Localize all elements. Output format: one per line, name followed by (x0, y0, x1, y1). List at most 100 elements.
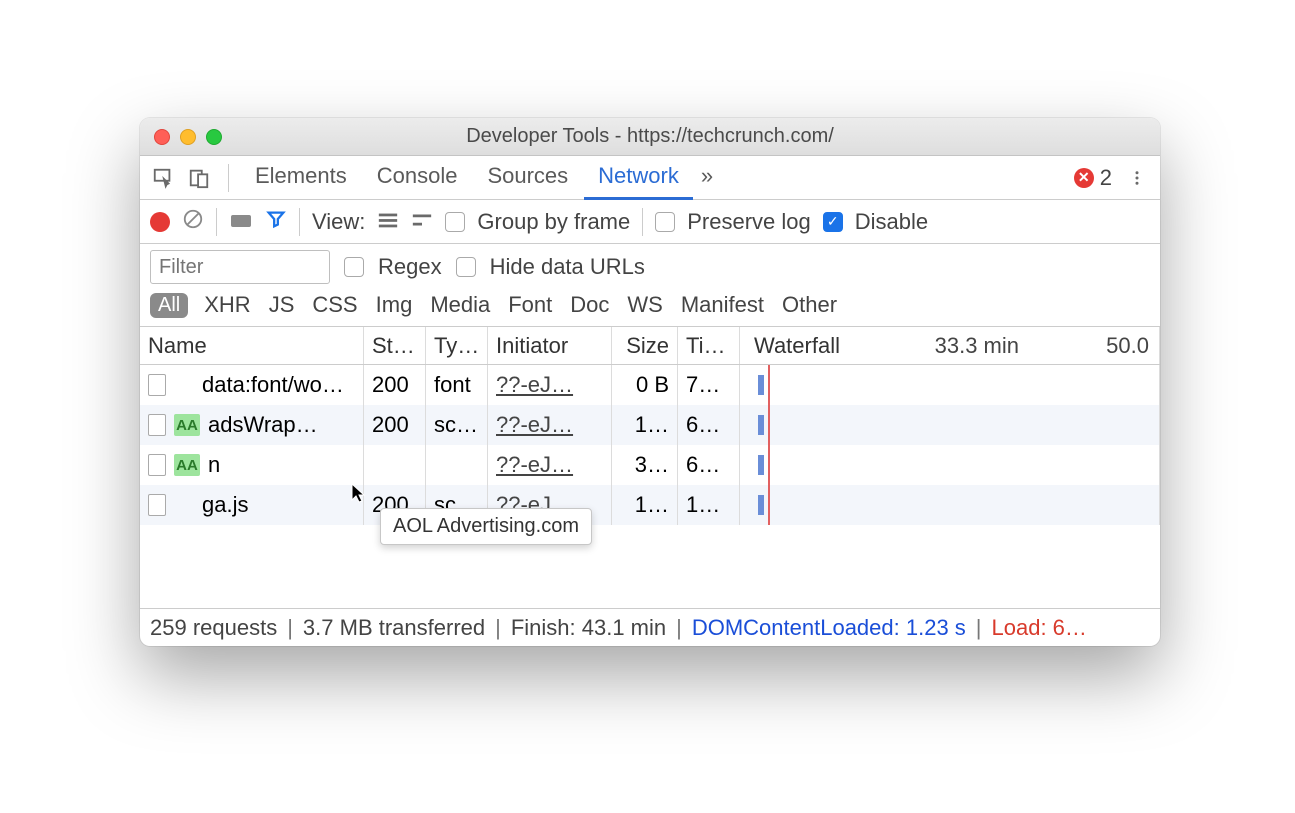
type-filters: All XHR JS CSS Img Media Font Doc WS Man… (140, 288, 1160, 327)
error-icon: ✕ (1074, 168, 1094, 188)
status-domcontentloaded: DOMContentLoaded: 1.23 s (692, 615, 966, 641)
table-row[interactable]: data:font/wo…200font??-eJ…0 B7… (140, 365, 1160, 405)
cell-waterfall (740, 445, 1160, 485)
group-by-frame-checkbox[interactable] (445, 212, 465, 232)
waterfall-bar (758, 415, 764, 435)
initiator-link[interactable]: ??-eJ… (496, 372, 573, 398)
capture-screenshots-icon[interactable] (229, 209, 253, 235)
file-icon (148, 374, 166, 396)
cell-type: font (426, 365, 488, 405)
grid-header: Name St… Ty… Initiator Size Ti… Waterfal… (140, 327, 1160, 365)
preserve-log-checkbox[interactable] (655, 212, 675, 232)
type-xhr[interactable]: XHR (202, 292, 252, 318)
col-status[interactable]: St… (364, 327, 426, 364)
cell-initiator[interactable]: ??-eJ… (488, 405, 612, 445)
status-requests: 259 requests (150, 615, 277, 641)
status-finish: Finish: 43.1 min (511, 615, 666, 641)
initiator-link[interactable]: ??-eJ… (496, 452, 573, 478)
cell-time: 1… (678, 485, 740, 525)
kebab-menu-icon[interactable] (1120, 161, 1154, 195)
tabs-overflow[interactable]: » (695, 156, 719, 200)
cell-name: AAadsWrap… (140, 405, 364, 445)
cell-waterfall (740, 485, 1160, 525)
type-other[interactable]: Other (780, 292, 839, 318)
status-bar: 259 requests | 3.7 MB transferred | Fini… (140, 608, 1160, 646)
type-manifest[interactable]: Manifest (679, 292, 766, 318)
type-all[interactable]: All (150, 293, 188, 318)
initiator-link[interactable]: ??-eJ… (496, 412, 573, 438)
grid-body: data:font/wo…200font??-eJ…0 B7…AAadsWrap… (140, 365, 1160, 525)
cell-type (426, 445, 488, 485)
status-load: Load: 6… (992, 615, 1087, 641)
cell-initiator[interactable]: ??-eJ… (488, 445, 612, 485)
table-row[interactable]: AAadsWrap…200sc… ??-eJ… 1…6… (140, 405, 1160, 445)
cell-status: 200 (364, 405, 426, 445)
cell-size: 3… (612, 445, 678, 485)
tooltip: AOL Advertising.com (380, 508, 592, 545)
devtools-window: Developer Tools - https://techcrunch.com… (140, 118, 1160, 646)
network-toolbar: View: Group by frame Preserve log ✓ Disa… (140, 200, 1160, 244)
filter-row: Regex Hide data URLs (140, 244, 1160, 288)
col-initiator[interactable]: Initiator (488, 327, 612, 364)
regex-label: Regex (378, 254, 442, 280)
tab-console[interactable]: Console (363, 156, 472, 200)
table-row[interactable]: AAn??-eJ…3…6… (140, 445, 1160, 485)
type-doc[interactable]: Doc (568, 292, 611, 318)
tab-sources[interactable]: Sources (473, 156, 582, 200)
waterfall-load-line (768, 365, 770, 405)
cell-name: AA n (140, 445, 364, 485)
type-js[interactable]: JS (267, 292, 297, 318)
regex-checkbox[interactable] (344, 257, 364, 277)
cell-name-text: data:font/wo… (202, 372, 344, 398)
tab-network[interactable]: Network (584, 156, 693, 200)
minimize-window-button[interactable] (180, 129, 196, 145)
waterfall-tick-2: 50.0 (1106, 333, 1149, 359)
type-font[interactable]: Font (506, 292, 554, 318)
inspect-element-icon[interactable] (146, 161, 180, 195)
type-img[interactable]: Img (374, 292, 415, 318)
waterfall-label: Waterfall (754, 333, 840, 359)
tab-elements[interactable]: Elements (241, 156, 361, 200)
cell-time: 7… (678, 365, 740, 405)
type-media[interactable]: Media (428, 292, 492, 318)
disable-cache-label: Disable (855, 209, 928, 235)
overview-icon[interactable] (411, 209, 433, 235)
cell-name-text: ga.js (202, 492, 248, 518)
ad-badge: AA (174, 454, 200, 476)
group-by-frame-label: Group by frame (477, 209, 630, 235)
clear-icon[interactable] (182, 208, 204, 236)
cell-time: 6… (678, 405, 740, 445)
filter-input[interactable] (150, 250, 330, 284)
preserve-log-label: Preserve log (687, 209, 811, 235)
cell-initiator[interactable]: ??-eJ… (488, 365, 612, 405)
type-ws[interactable]: WS (625, 292, 664, 318)
table-row[interactable]: ga.js200sc…??-eJ…1…1… (140, 485, 1160, 525)
col-waterfall[interactable]: Waterfall 33.3 min 50.0 (740, 327, 1160, 364)
cell-size: 1… (612, 485, 678, 525)
hide-data-urls-checkbox[interactable] (456, 257, 476, 277)
traffic-lights (154, 129, 222, 145)
waterfall-bar (758, 495, 764, 515)
file-icon (148, 494, 166, 516)
cell-waterfall (740, 365, 1160, 405)
window-title: Developer Tools - https://techcrunch.com… (140, 125, 1160, 148)
cell-name-text: n (208, 452, 220, 478)
col-name[interactable]: Name (140, 327, 364, 364)
record-button[interactable] (150, 212, 170, 232)
cell-type: sc… (426, 405, 488, 445)
col-time[interactable]: Ti… (678, 327, 740, 364)
file-icon (148, 454, 166, 476)
large-rows-icon[interactable] (377, 209, 399, 235)
close-window-button[interactable] (154, 129, 170, 145)
hide-data-urls-label: Hide data URLs (490, 254, 645, 280)
disable-cache-checkbox[interactable]: ✓ (823, 212, 843, 232)
waterfall-bar (758, 455, 764, 475)
col-type[interactable]: Ty… (426, 327, 488, 364)
type-css[interactable]: CSS (310, 292, 359, 318)
cell-size: 1… (612, 405, 678, 445)
filter-icon[interactable] (265, 208, 287, 236)
col-size[interactable]: Size (612, 327, 678, 364)
device-toolbar-icon[interactable] (182, 161, 216, 195)
error-badge[interactable]: ✕ 2 (1074, 165, 1112, 191)
zoom-window-button[interactable] (206, 129, 222, 145)
